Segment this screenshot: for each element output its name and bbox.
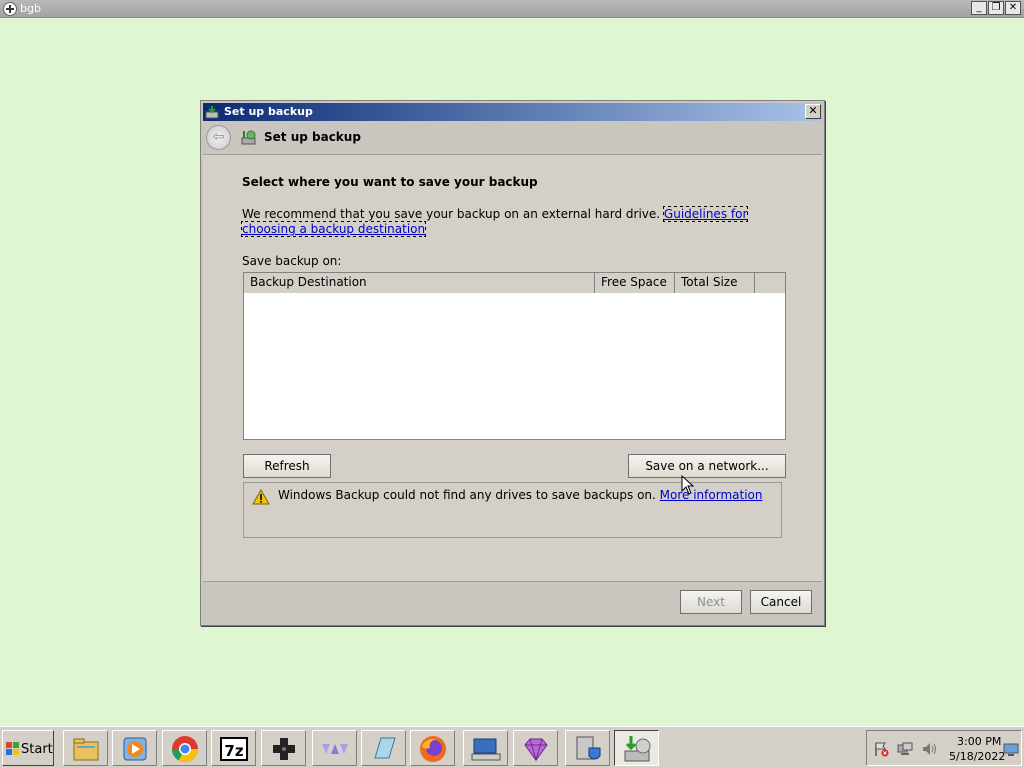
- keyboard-icon: [471, 738, 501, 761]
- taskbar-gamepad[interactable]: [261, 730, 306, 766]
- triangles-icon: [322, 744, 348, 754]
- column-total-size[interactable]: Total Size: [675, 273, 755, 293]
- 7zip-icon: 7z: [220, 737, 248, 761]
- wizard-title: Set up backup: [264, 130, 361, 144]
- close-button[interactable]: ✕: [1005, 1, 1021, 15]
- back-button[interactable]: ⇦: [206, 125, 231, 150]
- taskbar-security-app[interactable]: [565, 730, 610, 766]
- column-free-space[interactable]: Free Space: [595, 273, 675, 293]
- taskbar-firefox[interactable]: [410, 730, 455, 766]
- clock-date[interactable]: 5/18/2022: [949, 750, 1005, 763]
- file-explorer-icon: [73, 738, 99, 761]
- warning-box: Windows Backup could not find any drives…: [243, 482, 782, 538]
- dialog-title: Set up backup: [224, 105, 313, 118]
- clock-time[interactable]: 3:00 PM: [957, 735, 1001, 748]
- system-tray: 3:00 PM 5/18/2022: [866, 730, 1022, 766]
- action-center-flag-icon[interactable]: [873, 741, 889, 757]
- dialog-titlebar[interactable]: Set up backup ✕: [203, 103, 822, 121]
- volume-icon[interactable]: [921, 741, 937, 757]
- wizard-footer: Next Cancel: [203, 582, 822, 625]
- backup-icon: [205, 106, 219, 119]
- next-button[interactable]: Next: [680, 590, 742, 614]
- windows-logo-icon: [6, 742, 19, 755]
- wizard-content: Select where you want to save your backu…: [203, 154, 822, 582]
- mouse-cursor-icon: [681, 475, 695, 495]
- warning-label: Windows Backup could not find any drives…: [278, 488, 660, 502]
- outer-window-titlebar[interactable]: bgb _ ❐ ✕: [0, 0, 1024, 18]
- gem-icon: [524, 738, 548, 762]
- notepad-icon: [374, 737, 396, 759]
- taskbar-file-explorer[interactable]: [63, 730, 108, 766]
- setup-backup-dialog: Set up backup ✕ ⇦ Set up backup Select w…: [200, 100, 825, 626]
- backup-icon: [624, 736, 651, 762]
- taskbar-triangles-app[interactable]: [312, 730, 357, 766]
- 7zip-icon-text: 7z: [224, 742, 243, 760]
- outer-window-title: bgb: [20, 2, 41, 15]
- taskbar-notepad[interactable]: [361, 730, 406, 766]
- column-blank: [755, 273, 785, 293]
- taskbar-chrome[interactable]: [162, 730, 207, 766]
- chrome-icon: [171, 736, 199, 763]
- media-player-icon: [123, 737, 147, 761]
- dialog-close-button[interactable]: ✕: [805, 104, 821, 119]
- cancel-button[interactable]: Cancel: [750, 590, 812, 614]
- taskbar-keyboard-app[interactable]: [463, 730, 508, 766]
- save-on-network-button[interactable]: Save on a network...: [628, 454, 786, 478]
- taskbar-backup-app[interactable]: [614, 730, 659, 766]
- save-backup-on-label: Save backup on:: [242, 254, 342, 268]
- firefox-icon: [420, 736, 446, 762]
- restore-button[interactable]: ❐: [988, 1, 1004, 15]
- recommendation-label: We recommend that you save your backup o…: [242, 207, 664, 221]
- warning-icon: [252, 489, 270, 505]
- network-icon[interactable]: [897, 741, 913, 757]
- taskbar-media-player[interactable]: [112, 730, 157, 766]
- minimize-button[interactable]: _: [971, 1, 987, 15]
- taskbar-gem-app[interactable]: [513, 730, 558, 766]
- recommendation-text: We recommend that you save your backup o…: [240, 206, 787, 237]
- start-label: Start: [21, 742, 53, 757]
- column-backup-destination[interactable]: Backup Destination: [244, 273, 595, 293]
- security-icon: [576, 736, 601, 760]
- wizard-nav: ⇦ Set up backup: [203, 121, 822, 154]
- backup-destination-list[interactable]: Backup Destination Free Space Total Size: [243, 272, 786, 440]
- taskbar-7zip[interactable]: 7z: [211, 730, 256, 766]
- gamepad-icon: [273, 738, 295, 760]
- start-button[interactable]: Start: [2, 730, 54, 766]
- refresh-button[interactable]: Refresh: [243, 454, 331, 478]
- bgb-app-icon: [3, 2, 17, 16]
- list-header: Backup Destination Free Space Total Size: [244, 273, 785, 293]
- page-heading: Select where you want to save your backu…: [242, 175, 538, 189]
- more-information-link[interactable]: More information: [660, 488, 763, 502]
- backup-icon: [241, 130, 256, 145]
- taskbar: Start 7z 3:00 PM 5/18/2022: [0, 726, 1024, 768]
- show-desktop-icon[interactable]: [1003, 741, 1019, 757]
